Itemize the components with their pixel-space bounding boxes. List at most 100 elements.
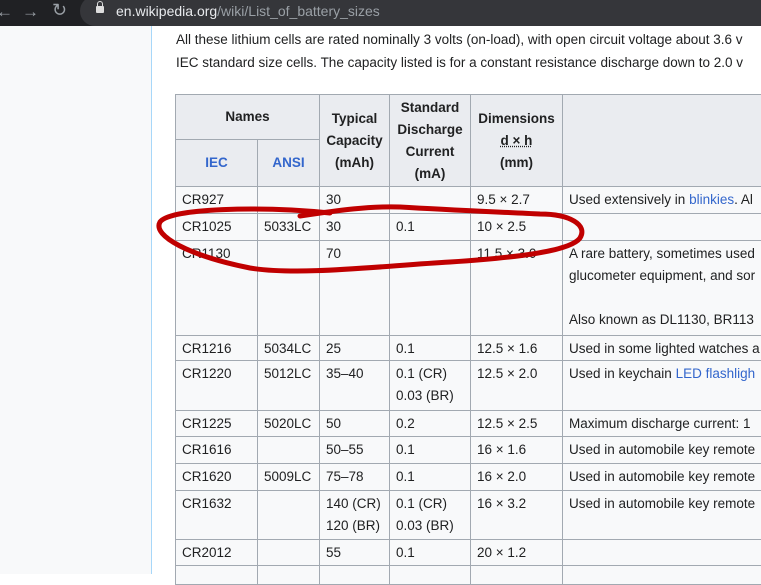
cell-ansi xyxy=(257,240,320,336)
cell-cap: 55 xyxy=(319,539,390,566)
cell-dim: 16 × 2.0 xyxy=(470,463,563,491)
note-text: Used in automobile key remote xyxy=(569,442,756,457)
cell-iec: CR1620 xyxy=(175,463,258,491)
note-text xyxy=(569,385,761,407)
note-text: Used in automobile key remote xyxy=(569,496,756,511)
cell-cap: 50–55 xyxy=(319,436,390,464)
cell-empty xyxy=(470,565,563,585)
cell-cap: 75–78 xyxy=(319,463,390,491)
cell-dim: 10 × 2.5 xyxy=(470,213,563,241)
header-iec[interactable]: IEC xyxy=(175,139,258,187)
cell-ansi: 5034LC xyxy=(257,335,320,361)
cell-empty xyxy=(319,565,390,585)
lock-icon xyxy=(96,1,104,13)
cell-cur xyxy=(389,240,471,336)
cell-cur: 0.1 xyxy=(389,335,471,361)
cell-cur xyxy=(389,186,471,214)
cell-iec: CR1130 xyxy=(175,240,258,336)
cell-cur: 0.1 (CR) 0.03 (BR) xyxy=(389,360,471,411)
cell-iec: CR2012 xyxy=(175,539,258,566)
cell-iec: CR927 xyxy=(175,186,258,214)
note-text: glucometer equipment, and sor xyxy=(569,268,756,283)
cell-cur: 0.1 xyxy=(389,213,471,241)
note-text: . Al xyxy=(734,192,753,207)
header-notes xyxy=(562,94,761,187)
cell-ansi: 5033LC xyxy=(257,213,320,241)
note-text: Maximum discharge current: 1 xyxy=(569,416,751,431)
cell-cur: 0.2 xyxy=(389,410,471,437)
cell-cur: 0.1 xyxy=(389,436,471,464)
cell-notes: Used in keychain LED flashligh battery i… xyxy=(562,360,761,411)
note-text: Used in automobile key remote xyxy=(569,469,756,484)
cell-ansi xyxy=(257,186,320,214)
cell-iec: CR1225 xyxy=(175,410,258,437)
wiki-link[interactable]: blinkies xyxy=(689,192,734,207)
cell-ansi xyxy=(257,539,320,566)
cell-notes: Used in automobile key remote xyxy=(562,490,761,540)
back-icon[interactable]: ← xyxy=(0,2,13,22)
cell-iec: CR1632 xyxy=(175,490,258,540)
cell-iec: CR1025 xyxy=(175,213,258,241)
cell-notes: A rare battery, sometimes used glucometer… xyxy=(562,240,761,336)
cell-ansi xyxy=(257,490,320,540)
note-text: Used in keychain xyxy=(569,366,676,381)
header-ansi[interactable]: ANSI xyxy=(257,139,320,187)
cell-empty xyxy=(175,565,258,585)
url-text[interactable]: en.wikipedia.org/wiki/List_of_battery_si… xyxy=(116,3,380,19)
cell-cap: 25 xyxy=(319,335,390,361)
cell-cur: 0.1 xyxy=(389,539,471,566)
note-text: A rare battery, sometimes used xyxy=(569,246,755,261)
note-text: Used in some lighted watches a xyxy=(569,341,760,356)
note-text xyxy=(569,287,761,309)
cell-dim: 20 × 1.2 xyxy=(470,539,563,566)
cell-cur: 0.1 (CR) 0.03 (BR) xyxy=(389,490,471,540)
cell-notes xyxy=(562,213,761,241)
cell-notes xyxy=(562,539,761,566)
cell-cap: 30 xyxy=(319,186,390,214)
cell-notes: Used in some lighted watches a xyxy=(562,335,761,361)
dimensions-sub: d × h xyxy=(500,132,533,148)
intro-line-1: All these lithium cells are rated nomina… xyxy=(176,32,743,47)
cell-cap: 140 (CR) 120 (BR) xyxy=(319,490,390,540)
cell-dim: 16 × 3.2 xyxy=(470,490,563,540)
cell-ansi: 5009LC xyxy=(257,463,320,491)
cell-empty xyxy=(389,565,471,585)
cell-dim: 9.5 × 2.7 xyxy=(470,186,563,214)
browser-toolbar: ← → ↻ en.wikipedia.org/wiki/List_of_batt… xyxy=(0,0,761,26)
cell-cap: 30 xyxy=(319,213,390,241)
dimensions-label: Dimensions xyxy=(478,110,555,126)
cell-dim: 11.5 × 3.0 xyxy=(470,240,563,336)
forward-icon[interactable]: → xyxy=(22,2,39,22)
cell-cap: 50 xyxy=(319,410,390,437)
header-current: Standard Discharge Current (mA) xyxy=(389,94,471,187)
intro-line-2: IEC standard size cells. The capacity li… xyxy=(176,55,744,70)
header-dimensions: Dimensions d × h (mm) xyxy=(470,94,563,187)
cell-cap: 70 xyxy=(319,240,390,336)
wiki-link[interactable]: LED flashligh xyxy=(676,366,756,381)
note-text: Also known as DL1130, BR113 xyxy=(569,312,754,327)
cell-dim: 12.5 × 2.0 xyxy=(470,360,563,411)
cell-ansi: 5012LC xyxy=(257,360,320,411)
cell-notes: Used in automobile key remote xyxy=(562,436,761,464)
cell-notes: Used in automobile key remote xyxy=(562,463,761,491)
note-text: Used extensively in xyxy=(569,192,690,207)
cell-iec: CR1216 xyxy=(175,335,258,361)
header-names: Names xyxy=(175,94,320,140)
cell-cap: 35–40 xyxy=(319,360,390,411)
cell-ansi xyxy=(257,436,320,464)
cell-notes: Used extensively in blinkies. Al xyxy=(562,186,761,214)
cell-empty xyxy=(257,565,320,585)
cell-iec: CR1220 xyxy=(175,360,258,411)
cell-cur: 0.1 xyxy=(389,463,471,491)
sidebar xyxy=(0,26,152,574)
cell-ansi: 5020LC xyxy=(257,410,320,437)
cell-dim: 12.5 × 1.6 xyxy=(470,335,563,361)
cell-iec: CR1616 xyxy=(175,436,258,464)
cell-notes: Maximum discharge current: 1 xyxy=(562,410,761,437)
dimensions-unit: (mm) xyxy=(500,154,533,170)
cell-dim: 16 × 1.6 xyxy=(470,436,563,464)
cell-empty xyxy=(562,565,761,585)
cell-dim: 12.5 × 2.5 xyxy=(470,410,563,437)
header-capacity: Typical Capacity (mAh) xyxy=(319,94,390,187)
reload-icon[interactable]: ↻ xyxy=(52,0,67,21)
